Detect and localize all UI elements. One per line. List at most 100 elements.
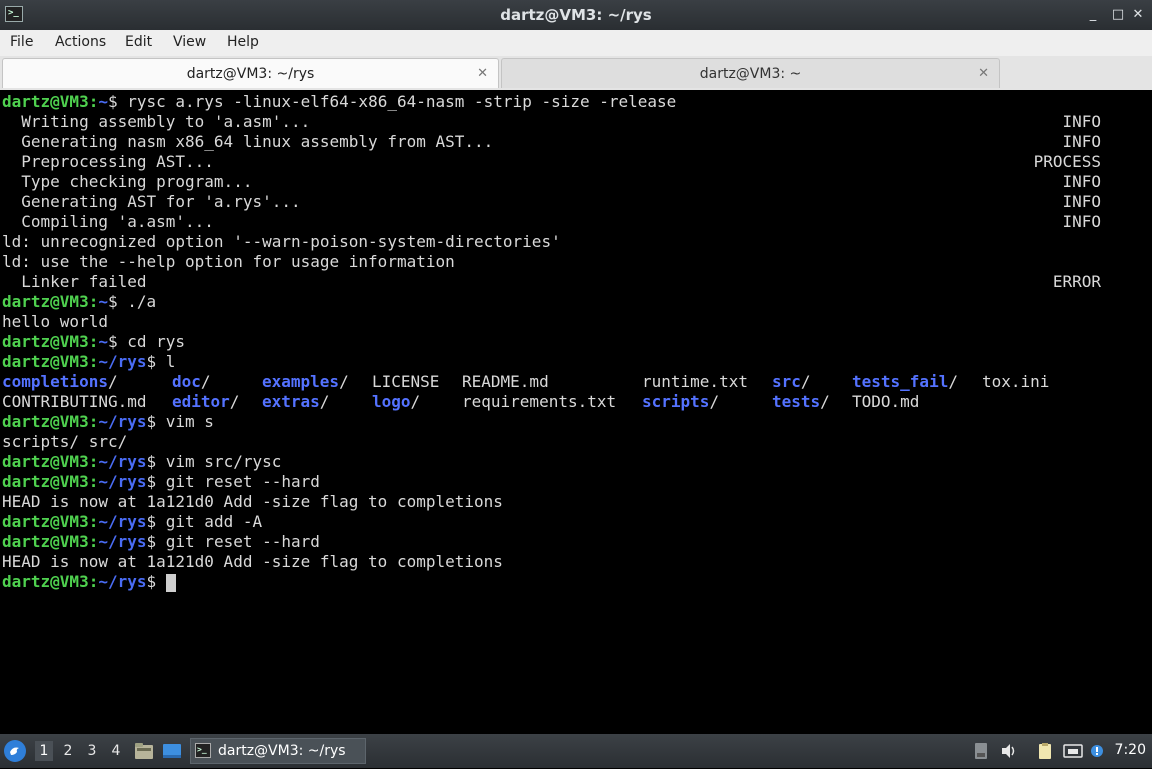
terminal-line: dartz@VM3:~/rys$ git add -A — [2, 512, 262, 532]
workspace-4[interactable]: 4 — [107, 741, 125, 761]
taskbar-window-button[interactable]: >_ dartz@VM3: ~/rys — [190, 738, 366, 764]
terminal-line: dartz@VM3:~/rys$ git reset --hard — [2, 532, 320, 552]
directory-entry: completions/ — [2, 372, 118, 392]
taskbar-window-label: dartz@VM3: ~/rys — [218, 743, 346, 759]
log-status-label: INFO — [1062, 132, 1101, 151]
terminal-line: dartz@VM3:~/rys$ git reset --hard — [2, 472, 320, 492]
command-text: vim s — [156, 412, 214, 431]
removable-drive-icon[interactable] — [972, 742, 990, 760]
output-text: ld: unrecognized option '--warn-poison-s… — [2, 232, 561, 251]
terminal-view[interactable]: dartz@VM3:~$ rysc a.rys -linux-elf64-x86… — [0, 90, 1152, 734]
prompt-path: ~/rys — [98, 412, 147, 431]
maximize-button[interactable]: □ — [1108, 5, 1128, 25]
tab-label: dartz@VM3: ~/rys — [186, 66, 315, 82]
window-titlebar[interactable]: >_ dartz@VM3: ~/rys _ □ ✕ — [0, 0, 1152, 30]
command-text — [156, 572, 166, 591]
terminal-line: dartz@VM3:~$ cd rys — [2, 332, 185, 352]
entry-name: requirements.txt — [462, 392, 617, 411]
workspace-2[interactable]: 2 — [59, 741, 77, 761]
volume-icon[interactable] — [1000, 742, 1018, 760]
menu-view[interactable]: View — [173, 34, 206, 50]
command-text: rysc a.rys -linux-elf64-x86_64-nasm -str… — [117, 92, 677, 111]
text-cursor — [165, 573, 176, 592]
entry-suffix: / — [948, 372, 958, 391]
prompt-user-host: dartz@VM3: — [2, 92, 99, 111]
terminal-line: scripts/ src/ — [2, 432, 127, 452]
terminal-line: Compiling 'a.asm'... — [2, 212, 214, 232]
terminal-line: Type checking program... — [2, 172, 252, 192]
prompt-user-host: dartz@VM3: — [2, 452, 99, 471]
prompt-symbol: $ — [146, 572, 157, 591]
entry-name: README.md — [462, 372, 549, 391]
prompt-path: ~ — [98, 92, 108, 111]
prompt-symbol: $ — [146, 352, 157, 371]
entry-name: tests — [772, 392, 821, 411]
window-title: dartz@VM3: ~/rys — [500, 6, 652, 24]
entry-name: LICENSE — [372, 372, 440, 391]
output-text: ld: use the --help option for usage info… — [2, 252, 455, 271]
entry-name: tests_fail — [852, 372, 949, 391]
terminal-line: ld: use the --help option for usage info… — [2, 252, 455, 272]
prompt-user-host: dartz@VM3: — [2, 572, 99, 591]
output-text: Generating AST for 'a.rys'... — [2, 192, 301, 211]
minimize-button[interactable]: _ — [1083, 5, 1103, 25]
entry-suffix: / — [200, 372, 211, 391]
prompt-symbol: $ — [146, 412, 157, 431]
file-entry: LICENSE — [372, 372, 439, 392]
terminal-line: hello world — [2, 312, 108, 332]
terminal-line: dartz@VM3:~/rys$ — [2, 572, 176, 592]
prompt-user-host: dartz@VM3: — [2, 532, 99, 551]
entry-suffix: / — [229, 392, 240, 411]
close-window-button[interactable]: ✕ — [1128, 5, 1148, 25]
entry-suffix: / — [709, 392, 720, 411]
tab-close-icon[interactable]: ✕ — [477, 59, 488, 89]
output-text: Generating nasm x86_64 linux assembly fr… — [2, 132, 494, 151]
menu-file[interactable]: File — [10, 34, 33, 50]
log-status-label: INFO — [1062, 112, 1101, 131]
file-entry: tox.ini — [982, 372, 1049, 392]
command-text: cd rys — [117, 332, 186, 351]
tab-rys[interactable]: dartz@VM3: ~/rys ✕ — [2, 58, 499, 88]
menu-edit[interactable]: Edit — [125, 34, 152, 50]
notification-icon[interactable] — [1089, 742, 1107, 760]
directory-entry: doc/ — [172, 372, 211, 392]
command-text: vim src/rysc — [156, 452, 282, 471]
output-text: hello world — [2, 312, 108, 331]
file-entry: TODO.md — [852, 392, 919, 412]
network-icon[interactable] — [1063, 742, 1083, 760]
prompt-user-host: dartz@VM3: — [2, 412, 99, 431]
show-desktop-icon[interactable] — [162, 742, 182, 760]
terminal-line: dartz@VM3:~/rys$ vim src/rysc — [2, 452, 281, 472]
output-text: Linker failed — [2, 272, 147, 291]
menu-help[interactable]: Help — [227, 34, 259, 50]
menu-actions[interactable]: Actions — [55, 34, 106, 50]
entry-name: CONTRIBUTING.md — [2, 392, 147, 411]
prompt-user-host: dartz@VM3: — [2, 352, 99, 371]
entry-suffix: / — [107, 372, 118, 391]
prompt-path: ~ — [98, 332, 108, 351]
terminal-line: Generating AST for 'a.rys'... — [2, 192, 301, 212]
directory-entry: tests_fail/ — [852, 372, 958, 392]
entry-name: completions — [2, 372, 108, 391]
prompt-user-host: dartz@VM3: — [2, 472, 99, 491]
workspace-1[interactable]: 1 — [35, 741, 53, 761]
entry-name: examples — [262, 372, 340, 391]
terminal-line: dartz@VM3:~/rys$ l — [2, 352, 175, 372]
log-status-label: ERROR — [1052, 272, 1101, 291]
tab-label: dartz@VM3: ~ — [699, 66, 802, 82]
prompt-path: ~ — [98, 292, 108, 311]
terminal-line: CONTRIBUTING.md editor/extras/logo/requir… — [2, 392, 1142, 412]
file-manager-icon[interactable] — [134, 742, 154, 760]
log-status-label: INFO — [1062, 212, 1101, 231]
terminal-line: Writing assembly to 'a.asm'... — [2, 112, 310, 132]
prompt-path: ~/rys — [98, 472, 147, 491]
whisker-menu-icon[interactable] — [4, 740, 26, 762]
clock[interactable]: 7:20 — [1115, 742, 1146, 758]
tab-close-icon[interactable]: ✕ — [978, 59, 989, 89]
tab-home[interactable]: dartz@VM3: ~ ✕ — [501, 58, 1000, 88]
output-text: Type checking program... — [2, 172, 253, 191]
menu-bar: File Actions Edit View Help — [0, 30, 1152, 57]
prompt-path: ~/rys — [98, 572, 147, 591]
clipboard-icon[interactable] — [1036, 742, 1054, 760]
workspace-3[interactable]: 3 — [83, 741, 101, 761]
